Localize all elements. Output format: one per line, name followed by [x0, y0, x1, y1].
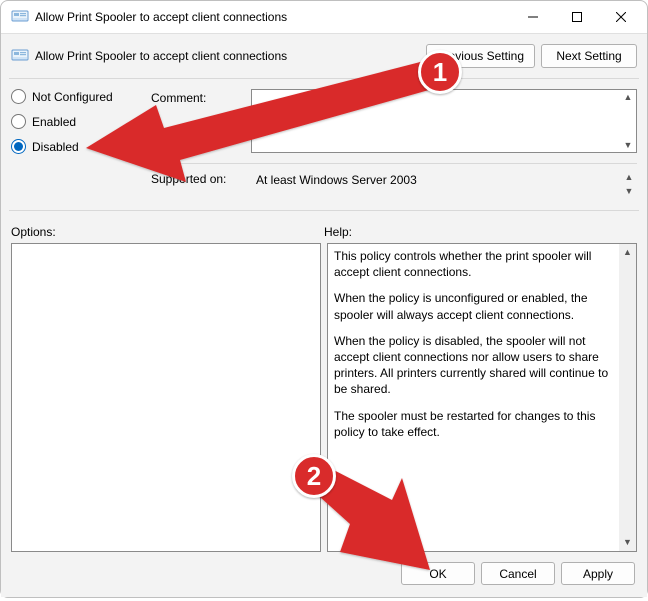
options-pane — [11, 243, 321, 552]
gpo-icon — [11, 8, 29, 26]
help-paragraph: When the policy is disabled, the spooler… — [334, 333, 613, 398]
separator — [151, 163, 637, 164]
window-title: Allow Print Spooler to accept client con… — [35, 10, 511, 24]
radio-enabled-input[interactable] — [11, 114, 26, 129]
help-paragraph: When the policy is unconfigured or enabl… — [334, 290, 613, 322]
supported-scrollbar: ▲ ▼ — [621, 170, 637, 198]
next-setting-button[interactable]: Next Setting — [541, 44, 637, 68]
help-paragraph: This policy controls whether the print s… — [334, 248, 613, 280]
bottom-button-row: OK Cancel Apply — [9, 552, 639, 589]
minimize-button[interactable] — [511, 2, 555, 32]
cancel-button[interactable]: Cancel — [481, 562, 555, 585]
comment-label: Comment: — [151, 89, 251, 105]
radio-label: Enabled — [32, 115, 76, 129]
radio-disabled[interactable]: Disabled — [11, 139, 151, 154]
help-pane: This policy controls whether the print s… — [327, 243, 637, 552]
titlebar[interactable]: Allow Print Spooler to accept client con… — [1, 1, 647, 33]
gpo-icon — [11, 47, 29, 65]
ok-button[interactable]: OK — [401, 562, 475, 585]
fields-column: Comment: ▲ ▼ Supported on: At least Wind… — [151, 89, 637, 204]
supported-label: Supported on: — [151, 170, 251, 186]
radio-disabled-input[interactable] — [11, 139, 26, 154]
radio-not-configured-input[interactable] — [11, 89, 26, 104]
comment-textarea[interactable]: ▲ ▼ — [251, 89, 637, 153]
help-paragraph: The spooler must be restarted for change… — [334, 408, 613, 440]
maximize-button[interactable] — [555, 2, 599, 32]
setting-title: Allow Print Spooler to accept client con… — [35, 49, 287, 63]
scroll-up-icon[interactable]: ▲ — [620, 90, 636, 104]
close-button[interactable] — [599, 2, 643, 32]
separator — [9, 210, 639, 211]
state-radio-group: Not Configured Enabled Disabled — [11, 89, 151, 204]
window: Allow Print Spooler to accept client con… — [0, 0, 648, 598]
help-scrollbar[interactable]: ▲ ▼ — [619, 244, 636, 551]
content-area: Allow Print Spooler to accept client con… — [1, 33, 647, 597]
supported-row: Supported on: At least Windows Server 20… — [151, 170, 637, 198]
comment-row: Comment: ▲ ▼ — [151, 89, 637, 153]
scroll-up-icon[interactable]: ▲ — [619, 244, 636, 261]
supported-on-value: At least Windows Server 2003 ▲ ▼ — [251, 170, 637, 198]
help-label: Help: — [324, 225, 352, 239]
radio-label: Not Configured — [32, 90, 113, 104]
header-row: Allow Print Spooler to accept client con… — [9, 42, 639, 78]
upper-section: Not Configured Enabled Disabled Comment: — [9, 87, 639, 210]
comment-scrollbar[interactable]: ▲ ▼ — [620, 90, 636, 152]
separator — [9, 78, 639, 79]
scroll-up-icon: ▲ — [621, 170, 637, 184]
radio-label: Disabled — [32, 140, 79, 154]
radio-not-configured[interactable]: Not Configured — [11, 89, 151, 104]
apply-button[interactable]: Apply — [561, 562, 635, 585]
lower-labels: Options: Help: — [9, 219, 639, 241]
scroll-down-icon[interactable]: ▼ — [619, 534, 636, 551]
radio-enabled[interactable]: Enabled — [11, 114, 151, 129]
options-label: Options: — [11, 225, 324, 239]
previous-setting-button[interactable]: Previous Setting — [426, 44, 535, 68]
scroll-down-icon[interactable]: ▼ — [620, 138, 636, 152]
help-text: This policy controls whether the print s… — [328, 244, 619, 551]
lower-panes: This policy controls whether the print s… — [9, 241, 639, 552]
scroll-down-icon: ▼ — [621, 184, 637, 198]
supported-on-text: At least Windows Server 2003 — [256, 173, 417, 187]
